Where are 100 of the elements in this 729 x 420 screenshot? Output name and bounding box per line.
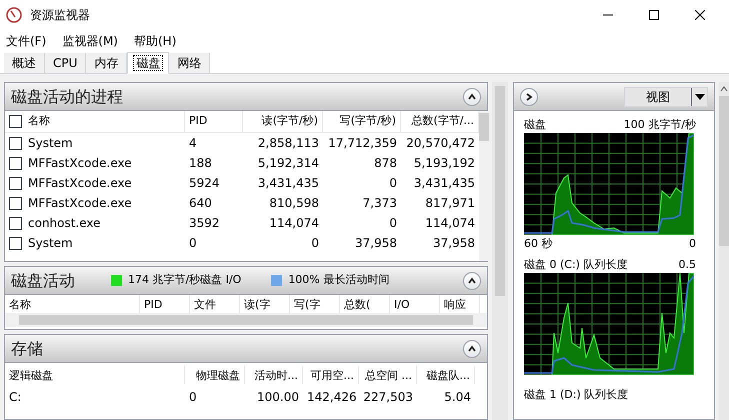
scrollbar[interactable] (492, 82, 508, 420)
table-cell: C: (9, 390, 22, 404)
chevron-up-icon (467, 276, 477, 286)
table-cell-text: 37,958 (433, 235, 475, 252)
table-cell-text: 3,431,435 (258, 175, 319, 192)
checkbox[interactable] (9, 156, 22, 170)
collapse-button[interactable] (463, 340, 481, 358)
table-cell-text: 17,712,359 (328, 135, 397, 152)
table-cell: 142,426 (307, 390, 357, 404)
table-cell-text: 4 (189, 135, 197, 152)
column-header[interactable]: 总数( (344, 298, 370, 311)
legend-label: 174 兆字节/秒磁盘 I/O (128, 272, 242, 288)
column-header[interactable]: 名称 (9, 298, 31, 311)
column-header[interactable]: 写(字 (294, 298, 320, 311)
caret-icon (694, 94, 704, 100)
column-header[interactable]: PID (189, 113, 208, 130)
column-header[interactable]: 逻辑磁盘 (9, 368, 53, 382)
checkbox[interactable] (9, 115, 22, 128)
scrollbar[interactable] (719, 82, 729, 420)
checkbox[interactable] (9, 216, 22, 230)
tab[interactable]: CPU (45, 53, 86, 73)
section-title: 磁盘活动的进程 (11, 86, 123, 108)
table-cell-text: MFFastXcode.exe (28, 195, 132, 212)
chevron-right-icon (524, 92, 534, 102)
column-header[interactable]: 响应 (444, 298, 466, 311)
table-cell-text: 640 (189, 195, 212, 212)
table-cell-text: 0 (189, 235, 197, 252)
table-cell-text: 7,373 (362, 195, 397, 212)
collapse-button[interactable] (463, 88, 481, 106)
table-cell-text: 37,958 (355, 235, 397, 252)
section-title: 存储 (11, 338, 43, 360)
menu-item[interactable]: 帮助(H) (132, 32, 178, 50)
table-cell-text: 114,074 (269, 215, 319, 232)
table-cell-text: 5924 (189, 175, 220, 192)
checkbox[interactable] (9, 236, 22, 250)
table-cell-text: 0 (389, 175, 397, 192)
chevron-up-icon[interactable] (720, 86, 728, 92)
table-cell-text: 114,074 (425, 215, 475, 232)
table-cell-text: 878 (374, 155, 397, 172)
table-cell-text: 20,570,472 (406, 135, 475, 152)
table-cell: 0 (189, 390, 197, 404)
column-header[interactable]: 读(字节/秒) (262, 113, 318, 130)
menu-item[interactable]: 监视器(M) (60, 32, 120, 50)
table-cell-text: 5,192,314 (258, 155, 319, 172)
table-cell-text: System (28, 135, 73, 152)
table-cell-text: System (28, 235, 73, 252)
chevron-up-icon (467, 344, 477, 354)
column-header[interactable]: 可用空... (310, 368, 354, 382)
table-cell-text: 2,858,113 (258, 135, 319, 152)
tab[interactable]: 内存 (86, 53, 128, 73)
column-header[interactable]: 总空间 ... (365, 368, 412, 382)
graph-min-label: 0 (689, 236, 696, 252)
scrollbar[interactable] (479, 111, 489, 261)
close-icon (695, 10, 705, 20)
view-dropdown[interactable]: 视图 (624, 86, 708, 106)
table-cell-text: 0 (311, 235, 319, 252)
checkbox[interactable] (9, 136, 22, 150)
graph-max-label: 0.5 (678, 257, 696, 273)
graph-label: 磁盘 1 (D:) 队列长度 (524, 387, 630, 403)
maximize-icon (649, 10, 659, 20)
table-cell-text: 5,193,192 (414, 155, 475, 172)
checkbox[interactable] (9, 196, 22, 210)
window-title: 资源监视器 (30, 7, 90, 24)
horizontal-scrollbar[interactable] (5, 313, 487, 327)
section-title: 磁盘活动 (11, 270, 75, 292)
graph-max-label: 100 兆字节/秒 (624, 117, 696, 133)
column-header[interactable]: 写(字节/秒) (340, 113, 396, 130)
table-cell: 5.04 (444, 390, 471, 404)
table-cell-text: MFFastXcode.exe (28, 155, 132, 172)
column-header[interactable]: 总数(字节/... (412, 113, 474, 130)
table-cell-text: 810,598 (269, 195, 319, 212)
column-header[interactable]: 活动时... (254, 368, 298, 382)
menu-item[interactable]: 文件(F) (4, 32, 48, 50)
column-header[interactable]: 文件 (194, 298, 216, 311)
legend-label: 100% 最长活动时间 (288, 272, 390, 288)
checkbox[interactable] (9, 176, 22, 190)
graph-time-label: 60 秒 (524, 236, 552, 252)
table-cell-text: conhost.exe (28, 215, 101, 232)
collapse-button[interactable] (463, 272, 481, 290)
table-cell-text: 0 (389, 215, 397, 232)
graph-label: 磁盘 (524, 117, 546, 133)
table-cell-text: 188 (189, 155, 212, 172)
chevron-up-icon (467, 92, 477, 102)
table-cell: 227,503 (363, 390, 413, 404)
table-cell-text: 3592 (189, 215, 220, 232)
app-icon (6, 7, 22, 23)
column-header[interactable]: I/O (394, 298, 410, 311)
table-cell-text: 3,431,435 (414, 175, 475, 192)
tab[interactable]: 网络 (169, 53, 210, 73)
table-cell: 100.00 (257, 390, 299, 404)
table-cell-text: MFFastXcode.exe (28, 175, 132, 192)
column-header[interactable]: 磁盘队... (426, 368, 470, 382)
tab[interactable]: 概述 (4, 53, 45, 73)
tab[interactable]: 磁盘 (127, 52, 170, 74)
table-cell-text: 817,971 (425, 195, 475, 212)
column-header[interactable]: 名称 (28, 113, 50, 130)
column-header[interactable]: 读(字 (244, 298, 270, 311)
expand-button[interactable] (520, 88, 538, 106)
column-header[interactable]: 物理磁盘 (196, 368, 240, 382)
column-header[interactable]: PID (144, 298, 162, 311)
